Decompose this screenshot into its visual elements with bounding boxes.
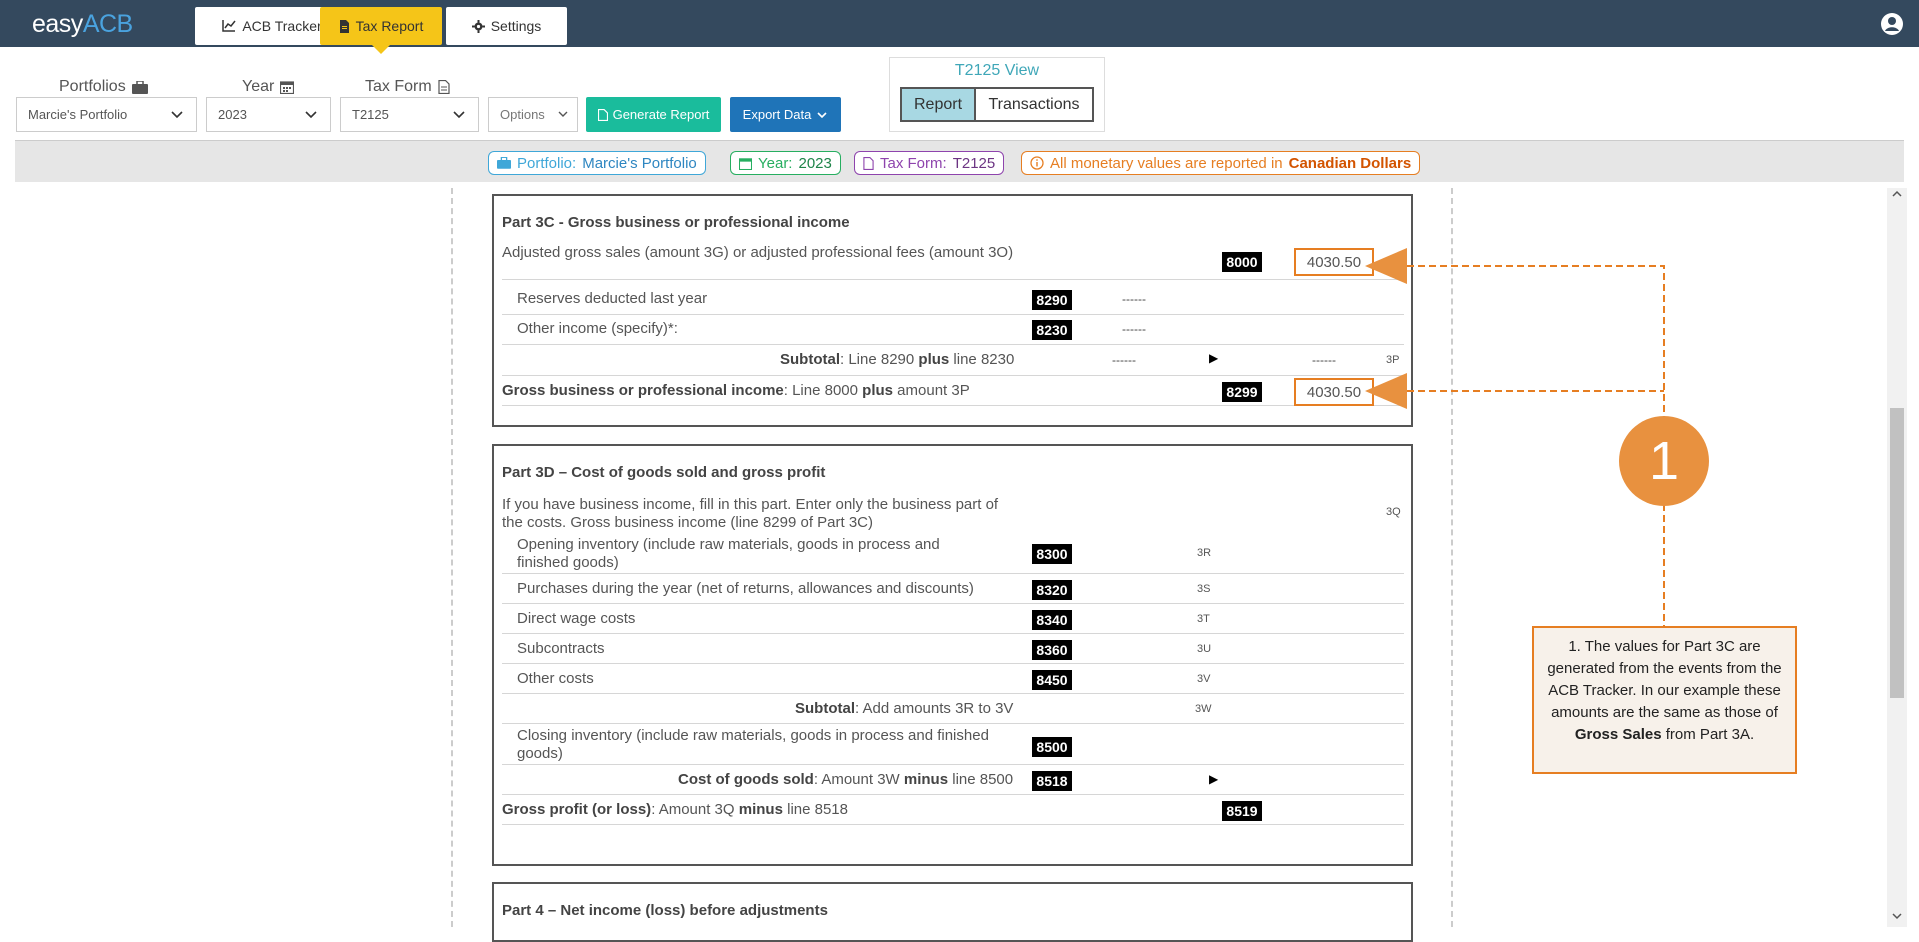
callout-note: 1. The values for Part 3C are generated … xyxy=(1532,626,1797,774)
callout-arrow-8299 xyxy=(1365,373,1407,409)
callout-arrow-8000 xyxy=(1365,248,1407,284)
callout-number-badge: 1 xyxy=(1619,416,1709,506)
